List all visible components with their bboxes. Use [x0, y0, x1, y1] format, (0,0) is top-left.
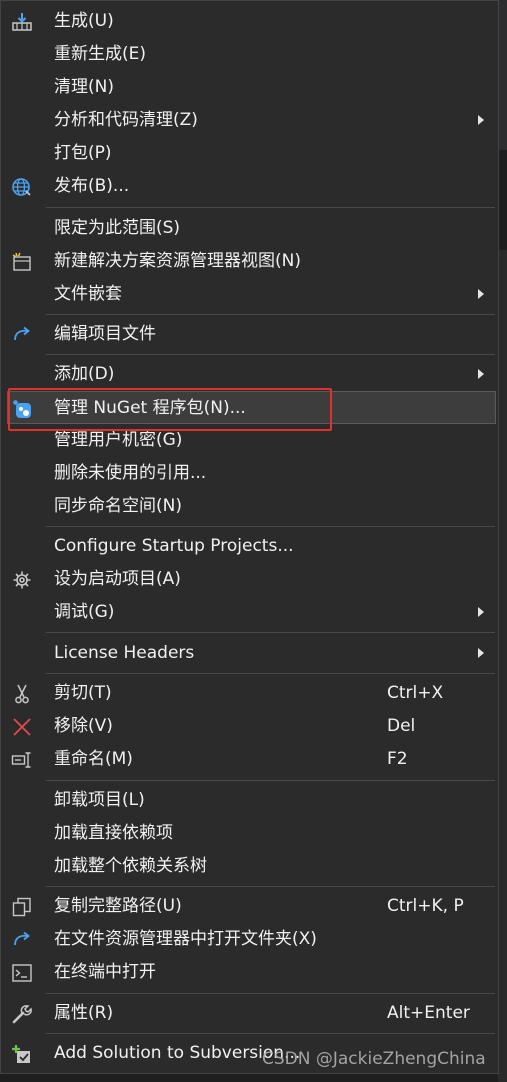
menu-separator: [46, 1033, 495, 1034]
menu-separator: [46, 993, 495, 994]
menu-item-label: 在终端中打开: [54, 962, 156, 982]
new-view-icon: [9, 252, 35, 272]
menu-item-label: 分析和代码清理(Z): [54, 110, 198, 130]
menu-item-label: 复制完整路径(U): [54, 896, 182, 916]
copy-icon: [9, 897, 35, 917]
menu-item-remove-unused-refs[interactable]: 删除未使用的引用...: [1, 457, 498, 490]
menu-item-label: 重命名(M): [54, 749, 133, 769]
menu-item-label: 清理(N): [54, 77, 114, 97]
menu-item-load-direct-deps[interactable]: 加载直接依赖项: [1, 817, 498, 850]
annotation-highlight-box: [8, 388, 332, 431]
menu-item-cut[interactable]: 剪切(T) Ctrl+X: [1, 677, 498, 710]
menu-item-clean[interactable]: 清理(N): [1, 71, 498, 104]
menu-separator: [46, 207, 495, 208]
gear-icon: [9, 570, 35, 590]
open-folder-arrow-icon: [9, 930, 35, 950]
menu-item-label: 编辑项目文件: [54, 324, 156, 344]
wrench-icon: [9, 1004, 35, 1024]
menu-item-label: 加载整个依赖关系树: [54, 856, 207, 876]
submenu-arrow-icon: [478, 648, 484, 658]
menu-item-label: 加载直接依赖项: [54, 823, 173, 843]
terminal-icon: [9, 963, 35, 983]
menu-item-label: 属性(R): [54, 1003, 114, 1023]
menu-item-label: 添加(D): [54, 364, 115, 384]
menu-item-copy-full-path[interactable]: 复制完整路径(U) Ctrl+K, P: [1, 890, 498, 923]
menu-item-label: 剪切(T): [54, 683, 112, 703]
screenshot-stage: 生成(U) 重新生成(E) 清理(N) 分析和代码清理(Z) 打包(P) 发布(…: [0, 0, 507, 1082]
menu-item-license-headers[interactable]: License Headers: [1, 637, 498, 670]
menu-item-configure-startup[interactable]: Configure Startup Projects...: [1, 530, 498, 563]
menu-item-label: 同步命名空间(N): [54, 496, 182, 516]
menu-item-rebuild[interactable]: 重新生成(E): [1, 38, 498, 71]
menu-item-label: 生成(U): [54, 11, 114, 31]
menu-separator: [46, 886, 495, 887]
menu-item-publish[interactable]: 发布(B)...: [1, 170, 498, 203]
menu-item-label: 移除(V): [54, 716, 113, 736]
menu-separator: [46, 780, 495, 781]
menu-item-debug[interactable]: 调试(G): [1, 596, 498, 629]
menu-separator: [46, 673, 495, 674]
menu-item-label: 设为启动项目(A): [54, 569, 181, 589]
menu-item-label: License Headers: [54, 643, 195, 663]
menu-item-label: 卸载项目(L): [54, 790, 145, 810]
remove-x-icon: [9, 717, 35, 737]
globe-icon: [9, 177, 35, 197]
submenu-arrow-icon: [478, 289, 484, 299]
menu-item-label: 调试(G): [54, 602, 115, 622]
menu-item-sync-namespaces[interactable]: 同步命名空间(N): [1, 490, 498, 523]
menu-item-shortcut: F2: [387, 749, 408, 769]
menu-item-shortcut: Alt+Enter: [387, 1003, 470, 1023]
project-context-menu: 生成(U) 重新生成(E) 清理(N) 分析和代码清理(Z) 打包(P) 发布(…: [0, 0, 499, 1074]
menu-item-new-view[interactable]: 新建解决方案资源管理器视图(N): [1, 245, 498, 278]
background-editor-strip: [498, 250, 507, 1082]
menu-item-label: 打包(P): [54, 143, 112, 163]
submenu-arrow-icon: [478, 369, 484, 379]
menu-separator: [46, 526, 495, 527]
menu-separator: [46, 354, 495, 355]
menu-item-label: 限定为此范围(S): [54, 218, 181, 238]
menu-item-unload-project[interactable]: 卸载项目(L): [1, 784, 498, 817]
build-icon: [9, 12, 35, 32]
menu-item-file-nesting[interactable]: 文件嵌套: [1, 278, 498, 311]
menu-item-shortcut: Ctrl+X: [387, 683, 444, 703]
menu-item-pack[interactable]: 打包(P): [1, 137, 498, 170]
menu-item-analyze[interactable]: 分析和代码清理(Z): [1, 104, 498, 137]
menu-item-properties[interactable]: 属性(R) Alt+Enter: [1, 997, 498, 1030]
menu-item-label: 删除未使用的引用...: [54, 463, 207, 483]
scissors-icon: [9, 684, 35, 704]
menu-item-scope[interactable]: 限定为此范围(S): [1, 212, 498, 245]
menu-item-load-dep-tree[interactable]: 加载整个依赖关系树: [1, 850, 498, 883]
menu-item-label: 重新生成(E): [54, 44, 147, 64]
menu-item-label: 管理用户机密(G): [54, 430, 183, 450]
menu-item-label: 新建解决方案资源管理器视图(N): [54, 251, 301, 271]
menu-item-shortcut: Del: [387, 716, 416, 736]
menu-item-label: 在文件资源管理器中打开文件夹(X): [54, 929, 317, 949]
menu-separator: [46, 314, 495, 315]
svn-add-icon: [9, 1044, 35, 1064]
submenu-arrow-icon: [478, 115, 484, 125]
background-editor-strip: [498, 150, 507, 250]
rename-icon: [9, 750, 35, 770]
menu-separator: [46, 632, 495, 633]
menu-item-open-in-explorer[interactable]: 在文件资源管理器中打开文件夹(X): [1, 923, 498, 956]
menu-item-shortcut: Ctrl+K, P: [387, 896, 464, 916]
menu-item-remove[interactable]: 移除(V) Del: [1, 710, 498, 743]
menu-item-build[interactable]: 生成(U): [1, 5, 498, 38]
menu-item-label: 发布(B)...: [54, 176, 130, 196]
menu-item-label: Configure Startup Projects...: [54, 536, 294, 556]
menu-item-set-startup[interactable]: 设为启动项目(A): [1, 563, 498, 596]
menu-item-label: 文件嵌套: [54, 284, 122, 304]
menu-item-open-in-terminal[interactable]: 在终端中打开: [1, 956, 498, 989]
background-editor-strip: [498, 0, 507, 150]
submenu-arrow-icon: [478, 607, 484, 617]
edit-arrow-icon: [9, 325, 35, 345]
menu-item-rename[interactable]: 重命名(M) F2: [1, 743, 498, 776]
menu-item-add[interactable]: 添加(D): [1, 358, 498, 391]
watermark: CSDN @JackieZhengChina: [262, 1049, 486, 1069]
menu-item-edit-project[interactable]: 编辑项目文件: [1, 318, 498, 351]
